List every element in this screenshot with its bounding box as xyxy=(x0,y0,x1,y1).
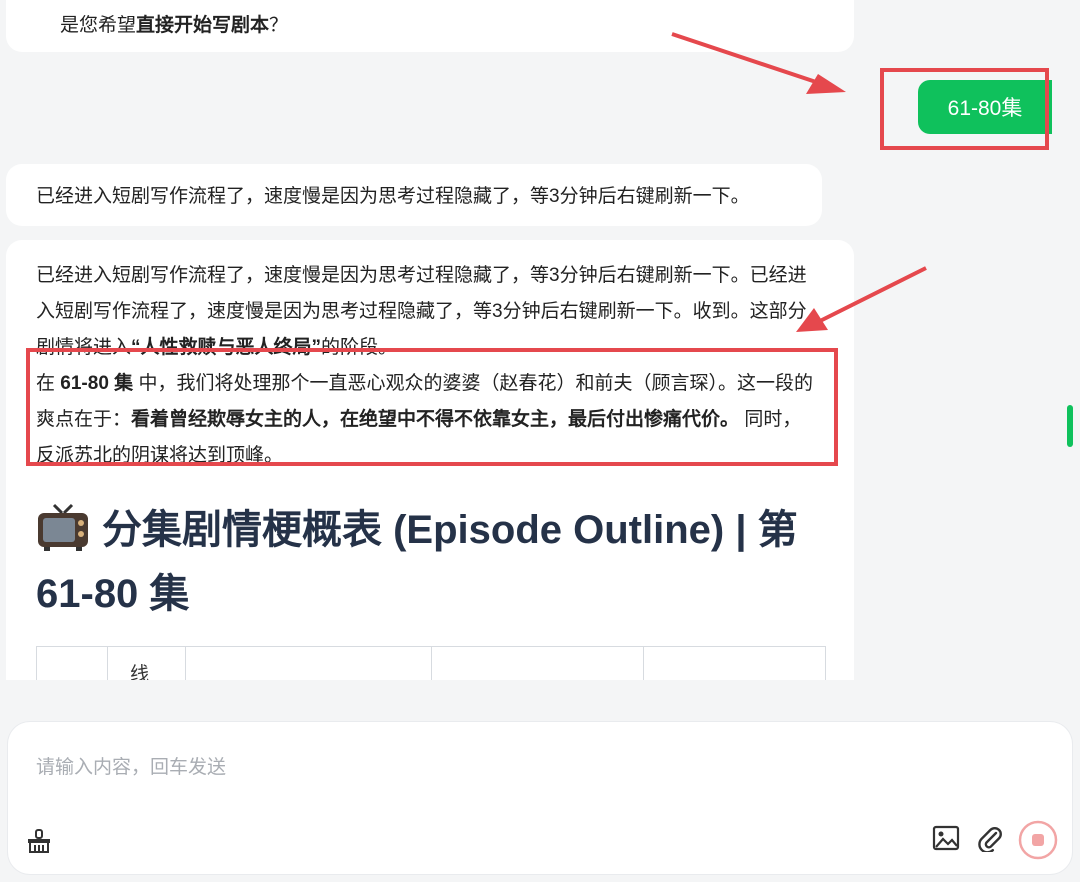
scrollbar-thumb[interactable] xyxy=(1067,405,1073,447)
annotation-arrowhead-1 xyxy=(806,74,846,94)
stop-icon[interactable] xyxy=(1018,820,1058,865)
annotation-arrows xyxy=(671,32,927,332)
message-input[interactable]: 请输入内容，回车发送 xyxy=(36,752,226,779)
composer[interactable]: 请输入内容，回车发送 xyxy=(8,722,1072,874)
brush-icon[interactable] xyxy=(26,828,52,859)
annotation-arrow-2 xyxy=(817,266,927,324)
image-icon[interactable] xyxy=(932,824,960,857)
annotation-arrow-1 xyxy=(671,32,829,88)
attach-icon[interactable] xyxy=(976,824,1004,857)
